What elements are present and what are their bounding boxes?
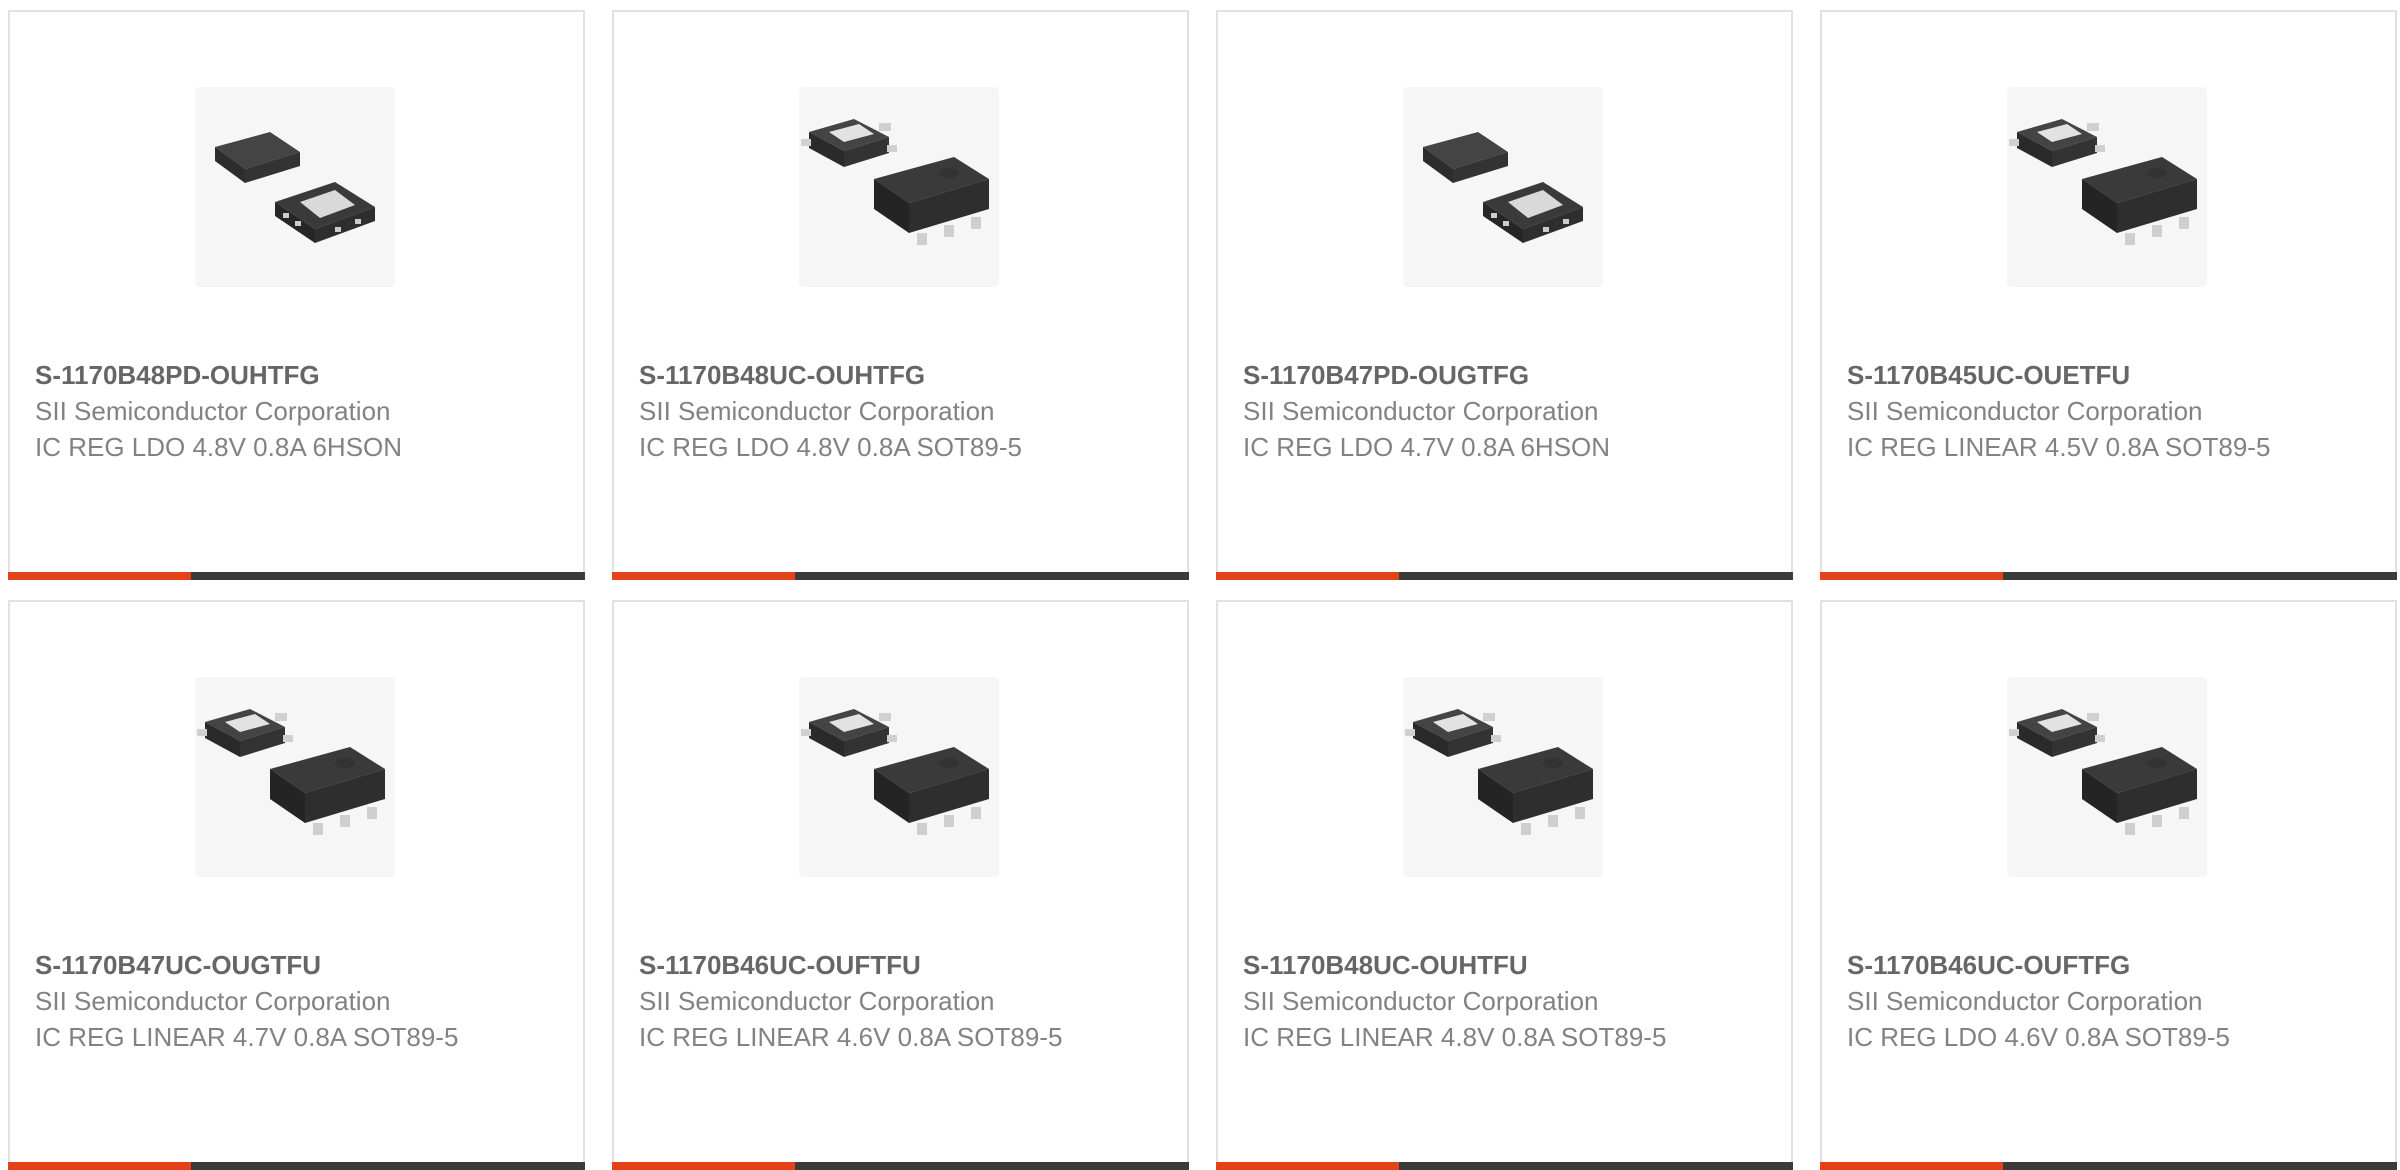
- part-number[interactable]: S-1170B46UC-OUFTFU: [639, 947, 1159, 983]
- card-accent-bar: [1216, 1162, 1399, 1170]
- 6hson-package-icon: [195, 87, 395, 287]
- card-footer-bar: [612, 1162, 1189, 1170]
- manufacturer: SII Semiconductor Corporation: [35, 396, 391, 426]
- sot89-package-icon: [195, 677, 395, 877]
- part-number[interactable]: S-1170B48PD-OUHTFG: [35, 357, 555, 393]
- manufacturer: SII Semiconductor Corporation: [1243, 986, 1599, 1016]
- product-image[interactable]: [2007, 677, 2207, 877]
- card-footer-bar: [1820, 572, 2397, 580]
- description: IC REG LDO 4.8V 0.8A 6HSON: [35, 432, 403, 462]
- sot89-package-icon: [2007, 677, 2207, 877]
- manufacturer: SII Semiconductor Corporation: [639, 986, 995, 1016]
- description: IC REG LDO 4.8V 0.8A SOT89-5: [639, 432, 1022, 462]
- part-number[interactable]: S-1170B47PD-OUGTFG: [1243, 357, 1763, 393]
- product-card[interactable]: S-1170B48PD-OUHTFG SII Semiconductor Cor…: [8, 10, 585, 580]
- manufacturer: SII Semiconductor Corporation: [1847, 396, 2203, 426]
- description: IC REG LINEAR 4.7V 0.8A SOT89-5: [35, 1022, 459, 1052]
- card-accent-bar: [1820, 572, 2003, 580]
- sot89-package-icon: [1403, 677, 1603, 877]
- description: IC REG LDO 4.6V 0.8A SOT89-5: [1847, 1022, 2230, 1052]
- part-number[interactable]: S-1170B46UC-OUFTFG: [1847, 947, 2367, 983]
- card-accent-bar: [612, 572, 795, 580]
- part-number[interactable]: S-1170B45UC-OUETFU: [1847, 357, 2367, 393]
- product-image[interactable]: [195, 677, 395, 877]
- card-accent-bar: [1820, 1162, 2003, 1170]
- product-image[interactable]: [799, 677, 999, 877]
- manufacturer: SII Semiconductor Corporation: [639, 396, 995, 426]
- product-image[interactable]: [1403, 677, 1603, 877]
- description: IC REG LINEAR 4.6V 0.8A SOT89-5: [639, 1022, 1063, 1052]
- product-grid: S-1170B48PD-OUHTFG SII Semiconductor Cor…: [0, 0, 2400, 1170]
- product-card[interactable]: S-1170B47PD-OUGTFG SII Semiconductor Cor…: [1216, 10, 1793, 580]
- part-number[interactable]: S-1170B47UC-OUGTFU: [35, 947, 555, 983]
- card-accent-bar: [8, 572, 191, 580]
- description: IC REG LINEAR 4.5V 0.8A SOT89-5: [1847, 432, 2271, 462]
- card-footer-bar: [612, 572, 1189, 580]
- card-accent-bar: [8, 1162, 191, 1170]
- product-card[interactable]: S-1170B48UC-OUHTFU SII Semiconductor Cor…: [1216, 600, 1793, 1170]
- sot89-package-icon: [799, 677, 999, 877]
- card-footer-bar: [1216, 1162, 1793, 1170]
- card-footer-bar: [1820, 1162, 2397, 1170]
- part-number[interactable]: S-1170B48UC-OUHTFU: [1243, 947, 1763, 983]
- card-footer-bar: [8, 572, 585, 580]
- manufacturer: SII Semiconductor Corporation: [1847, 986, 2203, 1016]
- manufacturer: SII Semiconductor Corporation: [1243, 396, 1599, 426]
- product-card[interactable]: S-1170B45UC-OUETFU SII Semiconductor Cor…: [1820, 10, 2397, 580]
- card-accent-bar: [1216, 572, 1399, 580]
- card-footer-bar: [1216, 572, 1793, 580]
- product-card[interactable]: S-1170B46UC-OUFTFU SII Semiconductor Cor…: [612, 600, 1189, 1170]
- manufacturer: SII Semiconductor Corporation: [35, 986, 391, 1016]
- 6hson-package-icon: [1403, 87, 1603, 287]
- product-image[interactable]: [195, 87, 395, 287]
- description: IC REG LDO 4.7V 0.8A 6HSON: [1243, 432, 1611, 462]
- sot89-package-icon: [799, 87, 999, 287]
- product-image[interactable]: [799, 87, 999, 287]
- card-accent-bar: [612, 1162, 795, 1170]
- part-number[interactable]: S-1170B48UC-OUHTFG: [639, 357, 1159, 393]
- sot89-package-icon: [2007, 87, 2207, 287]
- product-card[interactable]: S-1170B47UC-OUGTFU SII Semiconductor Cor…: [8, 600, 585, 1170]
- product-card[interactable]: S-1170B46UC-OUFTFG SII Semiconductor Cor…: [1820, 600, 2397, 1170]
- product-image[interactable]: [1403, 87, 1603, 287]
- product-image[interactable]: [2007, 87, 2207, 287]
- description: IC REG LINEAR 4.8V 0.8A SOT89-5: [1243, 1022, 1667, 1052]
- product-card[interactable]: S-1170B48UC-OUHTFG SII Semiconductor Cor…: [612, 10, 1189, 580]
- card-footer-bar: [8, 1162, 585, 1170]
